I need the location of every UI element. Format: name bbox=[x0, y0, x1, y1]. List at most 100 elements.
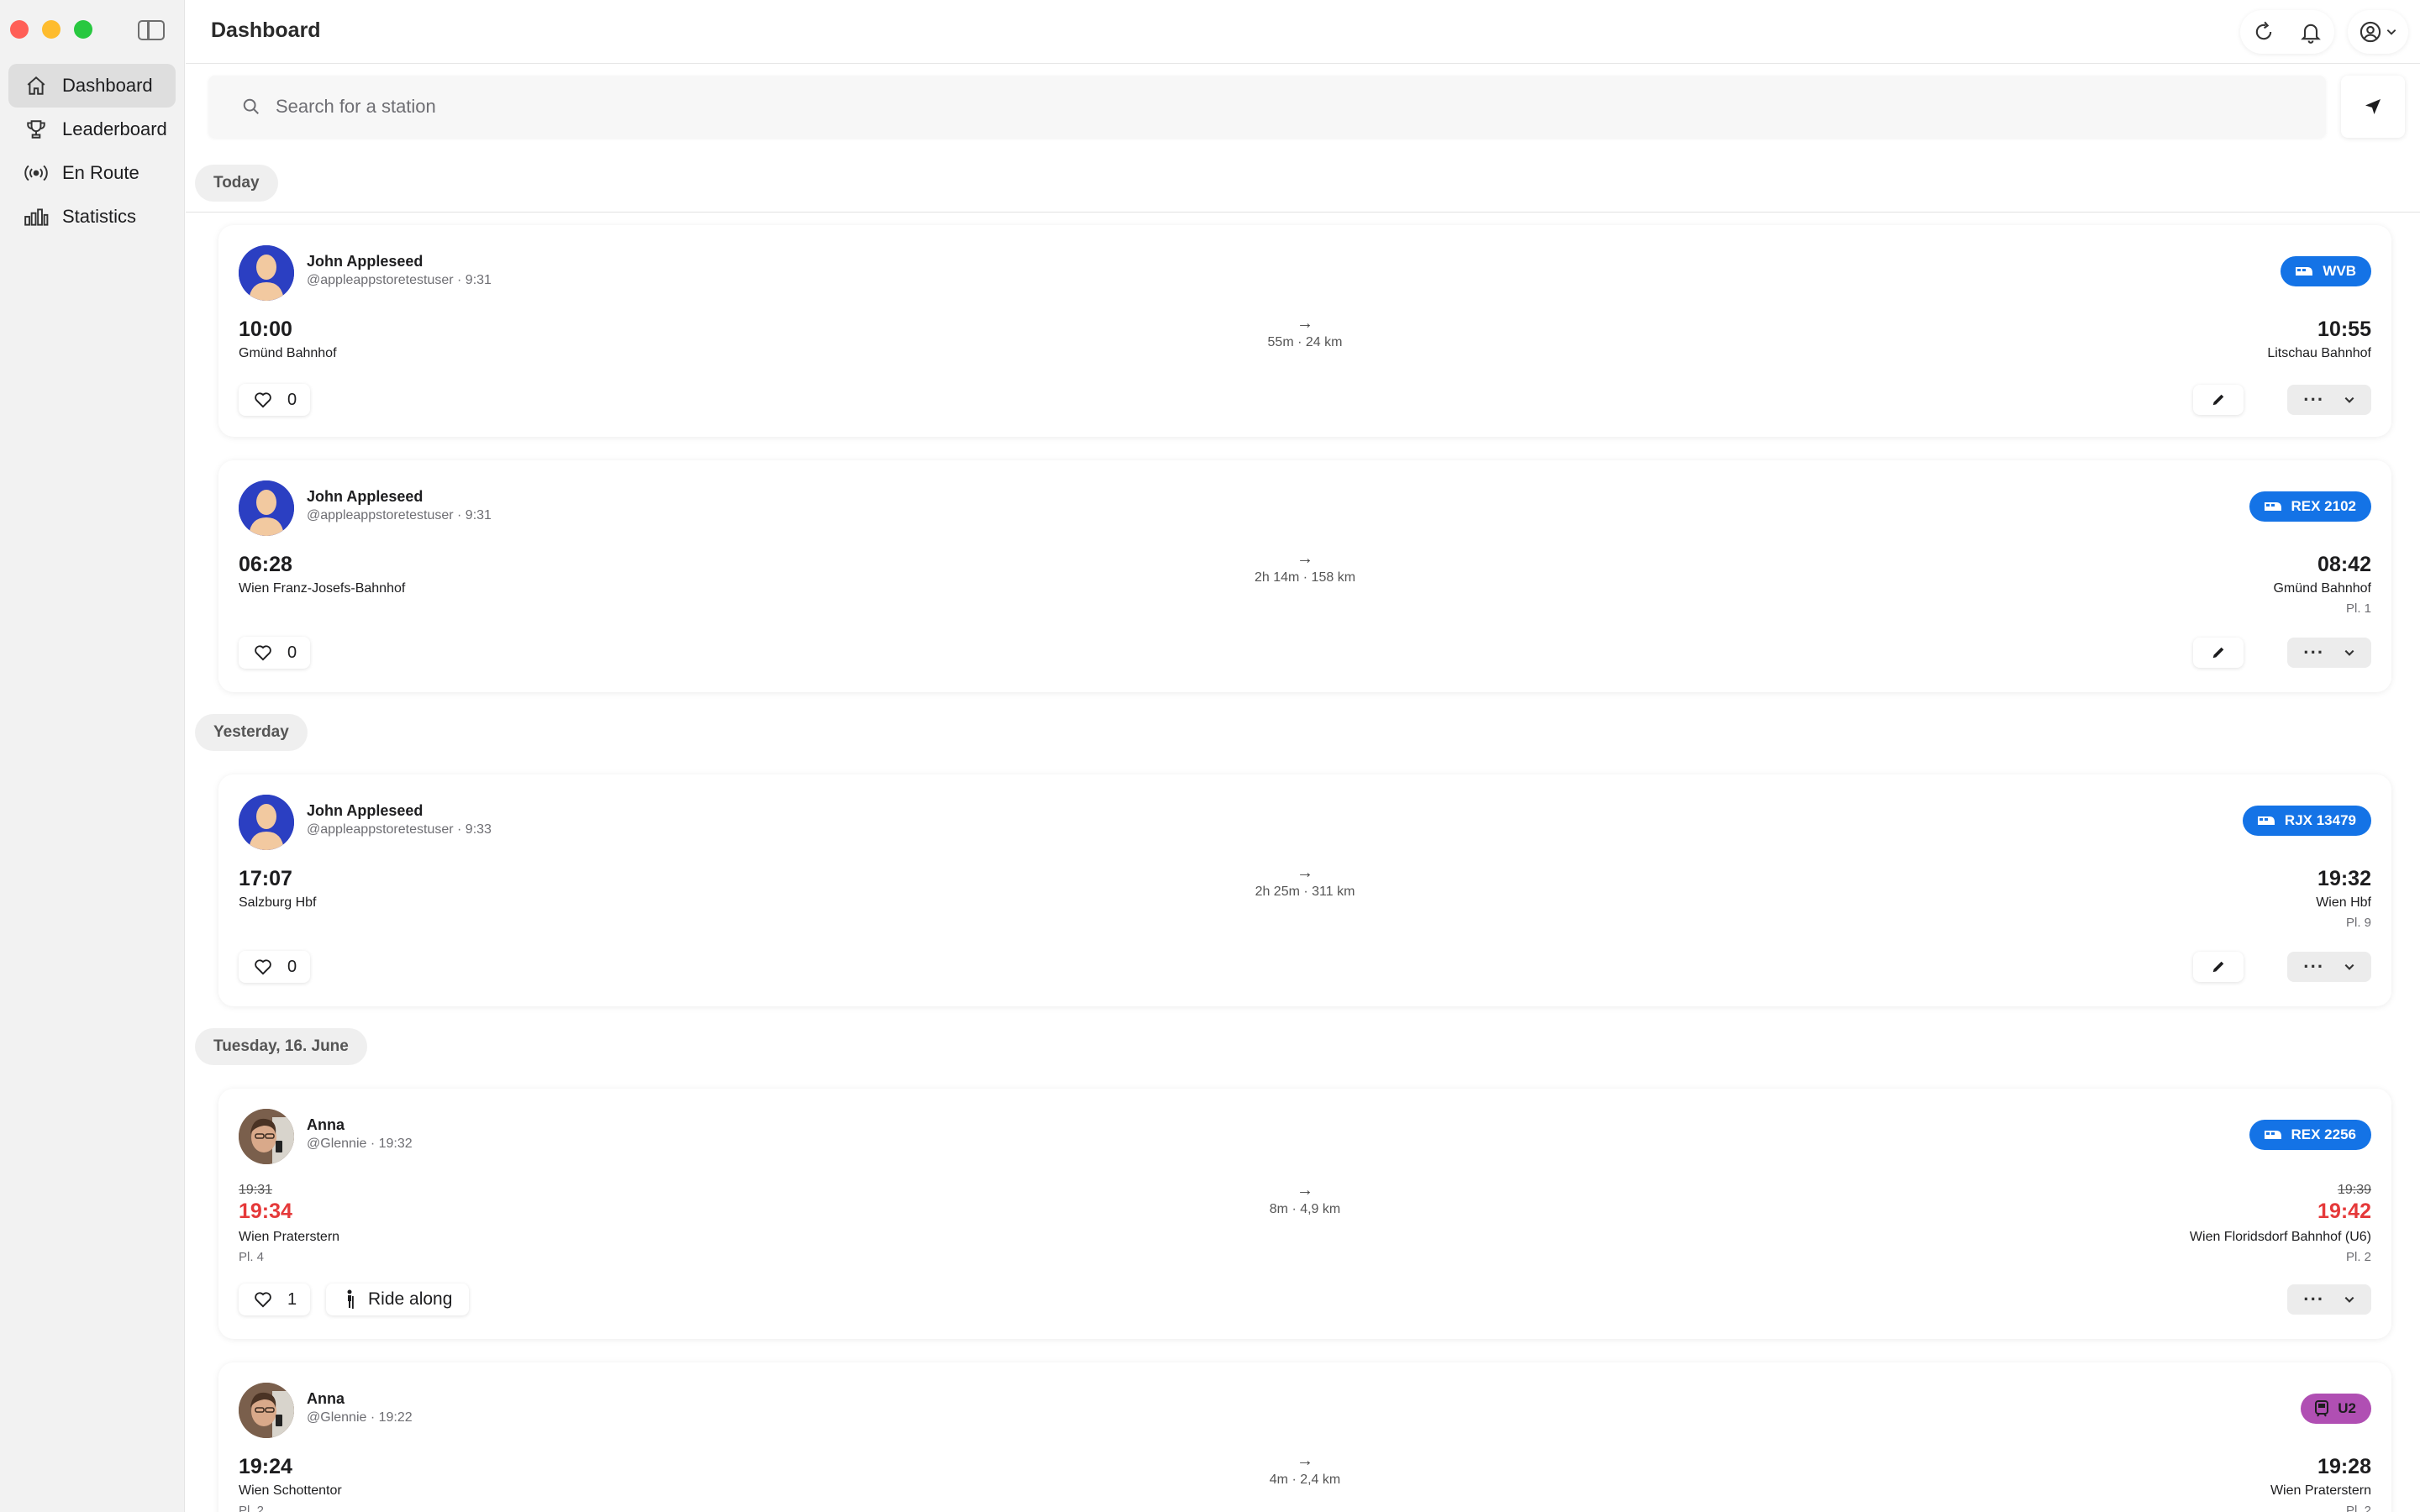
zoom-window-button[interactable] bbox=[74, 20, 92, 39]
arrow-right-icon: → bbox=[1297, 1181, 1313, 1200]
duration-distance: 4m · 2,4 km bbox=[1269, 1473, 1341, 1487]
heart-icon bbox=[255, 959, 271, 975]
arrival-time: 08:42 bbox=[2317, 553, 2371, 576]
departure-station[interactable]: Wien Praterstern bbox=[239, 1230, 339, 1245]
account-menu-button[interactable] bbox=[2348, 10, 2408, 54]
sidebar-item-statistics[interactable]: Statistics bbox=[8, 195, 176, 239]
line-badge[interactable]: WVB bbox=[2281, 256, 2371, 286]
like-button[interactable]: 0 bbox=[239, 951, 311, 983]
user-handle-time: @appleappstoretestuser · 9:31 bbox=[307, 273, 492, 287]
like-button[interactable]: 0 bbox=[239, 384, 311, 416]
trip-card[interactable]: Anna @Glennie · 19:32 REX 2256 19:31 19:… bbox=[218, 1089, 2391, 1339]
arrival-station[interactable]: Gmünd Bahnhof bbox=[2273, 581, 2371, 596]
sidebar-nav: Dashboard Leaderboard En Route Statistic… bbox=[8, 64, 176, 239]
like-button[interactable]: 1 bbox=[239, 1284, 311, 1315]
refresh-button[interactable] bbox=[2240, 10, 2287, 54]
trip-summary: → 8m · 4,9 km bbox=[218, 1181, 2391, 1217]
edit-button[interactable] bbox=[2193, 638, 2244, 668]
notifications-button[interactable] bbox=[2287, 10, 2334, 54]
arrival-platform: Pl. 2 bbox=[2345, 1504, 2371, 1512]
avatar[interactable] bbox=[239, 480, 294, 536]
trip-card[interactable]: John Appleseed @appleappstoretestuser · … bbox=[218, 460, 2391, 692]
search-input[interactable] bbox=[276, 96, 2208, 118]
sidebar: Dashboard Leaderboard En Route Statistic… bbox=[0, 0, 185, 1512]
sidebar-toggle-icon[interactable] bbox=[138, 20, 165, 40]
page-title: Dashboard bbox=[211, 18, 321, 42]
home-icon bbox=[24, 73, 49, 98]
chevron-down-icon bbox=[2344, 1296, 2354, 1303]
heart-icon bbox=[255, 645, 271, 661]
heart-icon bbox=[255, 1292, 271, 1308]
arrow-right-icon: → bbox=[1297, 549, 1313, 568]
arrival-station[interactable]: Litschau Bahnhof bbox=[2267, 346, 2371, 361]
username[interactable]: Anna bbox=[307, 1390, 345, 1408]
ride-along-button[interactable]: Ride along bbox=[326, 1284, 470, 1315]
line-label: U2 bbox=[2338, 1400, 2356, 1416]
edit-button[interactable] bbox=[2193, 385, 2244, 415]
pencil-icon bbox=[2212, 394, 2224, 406]
like-button[interactable]: 0 bbox=[239, 637, 311, 669]
arrival-platform: Pl. 2 bbox=[2345, 1250, 2371, 1264]
avatar[interactable] bbox=[239, 1383, 294, 1438]
avatar[interactable] bbox=[239, 795, 294, 850]
arrival-station[interactable]: Wien Floridsdorf Bahnhof (U6) bbox=[2190, 1230, 2371, 1245]
arrival-station[interactable]: Wien Praterstern bbox=[2270, 1483, 2371, 1499]
trip-card[interactable]: Anna @Glennie · 19:22 U2 19:24 Wien Scho… bbox=[218, 1362, 2391, 1512]
arrival-time: 19:42 bbox=[2317, 1200, 2371, 1223]
sidebar-item-dashboard[interactable]: Dashboard bbox=[8, 64, 176, 108]
toolbar: Dashboard bbox=[186, 0, 2420, 64]
sidebar-item-en-route[interactable]: En Route bbox=[8, 151, 176, 195]
avatar[interactable] bbox=[239, 245, 294, 301]
more-options-menu[interactable]: ··· bbox=[2287, 952, 2371, 982]
broadcast-icon bbox=[24, 160, 49, 186]
station-search bbox=[208, 76, 2326, 138]
sidebar-item-leaderboard[interactable]: Leaderboard bbox=[8, 108, 176, 151]
departure-platform: Pl. 2 bbox=[239, 1504, 265, 1512]
trip-card[interactable]: John Appleseed @appleappstoretestuser · … bbox=[218, 774, 2391, 1006]
section-header-today: Today bbox=[195, 165, 278, 202]
trophy-icon bbox=[24, 117, 49, 142]
more-options-menu[interactable]: ··· bbox=[2287, 1284, 2371, 1315]
minimize-window-button[interactable] bbox=[42, 20, 60, 39]
duration-distance: 55m · 24 km bbox=[1267, 335, 1343, 349]
ellipsis-icon: ··· bbox=[2303, 642, 2325, 663]
line-badge[interactable]: REX 2256 bbox=[2249, 1120, 2371, 1150]
user-handle-time: @appleappstoretestuser · 9:31 bbox=[307, 508, 492, 522]
bar-chart-icon bbox=[24, 204, 49, 229]
sidebar-item-label: Leaderboard bbox=[62, 118, 167, 139]
username[interactable]: John Appleseed bbox=[307, 802, 423, 820]
locate-button[interactable] bbox=[2341, 76, 2405, 138]
ellipsis-icon: ··· bbox=[2303, 389, 2325, 410]
line-label: RJX 13479 bbox=[2284, 812, 2356, 828]
user-handle-time: @appleappstoretestuser · 9:33 bbox=[307, 822, 492, 837]
sidebar-item-label: En Route bbox=[62, 162, 139, 183]
line-label: WVB bbox=[2323, 263, 2356, 279]
close-window-button[interactable] bbox=[10, 20, 29, 39]
arrival-platform: Pl. 9 bbox=[2345, 916, 2371, 930]
edit-button[interactable] bbox=[2193, 952, 2244, 982]
duration-distance: 2h 25m · 311 km bbox=[1255, 885, 1355, 899]
line-label: REX 2102 bbox=[2291, 498, 2357, 514]
line-label: REX 2256 bbox=[2291, 1126, 2357, 1142]
more-options-menu[interactable]: ··· bbox=[2287, 638, 2371, 668]
more-options-menu[interactable]: ··· bbox=[2287, 385, 2371, 415]
duration-distance: 8m · 4,9 km bbox=[1269, 1202, 1341, 1216]
trip-summary: → 55m · 24 km bbox=[218, 314, 2391, 350]
train-icon bbox=[2264, 1131, 2281, 1139]
bell-icon bbox=[2301, 24, 2321, 44]
line-badge[interactable]: U2 bbox=[2301, 1394, 2371, 1424]
line-badge[interactable]: REX 2102 bbox=[2249, 491, 2371, 522]
train-icon bbox=[2264, 502, 2281, 511]
arrival-station[interactable]: Wien Hbf bbox=[2316, 895, 2371, 911]
trip-summary: → 2h 14m · 158 km bbox=[218, 549, 2391, 585]
avatar[interactable] bbox=[239, 1109, 294, 1164]
username[interactable]: John Appleseed bbox=[307, 488, 423, 506]
line-badge[interactable]: RJX 13479 bbox=[2242, 806, 2371, 836]
arrow-right-icon: → bbox=[1297, 1452, 1313, 1470]
train-icon bbox=[2257, 816, 2275, 825]
username[interactable]: Anna bbox=[307, 1116, 345, 1134]
trip-card[interactable]: John Appleseed @appleappstoretestuser · … bbox=[218, 225, 2391, 437]
arrival-time: 19:28 bbox=[2317, 1455, 2371, 1478]
arrow-right-icon: → bbox=[1297, 864, 1313, 882]
username[interactable]: John Appleseed bbox=[307, 253, 423, 270]
